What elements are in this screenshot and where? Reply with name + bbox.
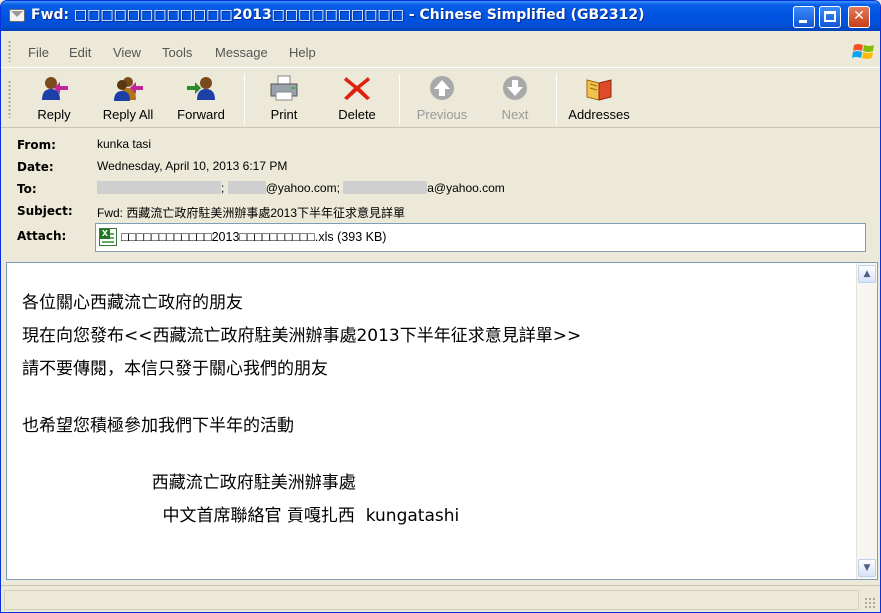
delete-button[interactable]: Delete <box>333 74 381 126</box>
minimize-button[interactable] <box>793 6 815 28</box>
status-field <box>4 590 859 610</box>
toolbar: Reply Reply All Forward Print Delete Pre… <box>1 68 880 128</box>
to-address-2: @yahoo.com; <box>265 181 340 195</box>
attachment-field[interactable]: □□□□□□□□□□□□2013□□□□□□□□□□.xls (393 KB) <box>95 223 866 252</box>
to-address-3: a@yahoo.com <box>427 181 505 195</box>
reply-label: Reply <box>37 107 71 122</box>
open-envelope-icon <box>9 9 25 22</box>
next-label: Next <box>501 107 529 122</box>
body-line: 中文首席聯絡官 貢嘎扎西 kungatashi <box>22 506 460 526</box>
subject-label: Subject: <box>17 204 73 218</box>
delete-label: Delete <box>338 107 376 122</box>
chevron-up-icon: ▲ <box>863 269 871 279</box>
to-separator: ; <box>221 181 225 195</box>
arrow-up-icon <box>430 76 454 100</box>
reply-icon <box>42 77 68 100</box>
forward-icon <box>187 77 215 100</box>
subject-value: Fwd: 西藏流亡政府駐美洲辦事處2013下半年征求意見詳單 <box>97 206 406 220</box>
body-line: 現在向您發布<<西藏流亡政府駐美洲辦事處2013下半年征求意見詳單>> <box>22 326 582 346</box>
toolbar-separator <box>556 74 557 124</box>
reply-button[interactable]: Reply <box>31 74 77 126</box>
toolbar-separator <box>399 74 400 124</box>
next-button[interactable]: Next <box>493 74 537 126</box>
maximize-icon <box>824 11 836 22</box>
toolbar-grip[interactable] <box>8 80 11 118</box>
body-line <box>22 443 581 467</box>
maximize-button[interactable] <box>819 6 841 28</box>
from-label: From: <box>17 138 56 152</box>
message-headers: From: kunka tasi Date: Wednesday, April … <box>1 129 880 257</box>
body-line: 各位關心西藏流亡政府的朋友 <box>22 293 243 313</box>
message-body[interactable]: 各位關心西藏流亡政府的朋友現在向您發布<<西藏流亡政府駐美洲辦事處2013下半年… <box>6 262 878 580</box>
body-line: 請不要傳閱，本信只發于關心我們的朋友 <box>22 359 328 379</box>
windows-logo-icon <box>852 44 874 59</box>
printer-icon <box>270 75 298 101</box>
menu-file[interactable]: File <box>28 45 49 60</box>
email-window: Fwd: □□□□□□□□□□□□2013□□□□□□□□□□ - Chines… <box>0 0 881 613</box>
vertical-scrollbar[interactable]: ▲ ▼ <box>856 263 877 579</box>
menu-grip[interactable] <box>8 40 11 62</box>
reply-all-button[interactable]: Reply All <box>97 74 159 126</box>
forward-label: Forward <box>177 107 225 122</box>
scroll-up-button[interactable]: ▲ <box>858 265 876 283</box>
menu-view[interactable]: View <box>113 45 141 60</box>
arrow-down-icon <box>503 76 527 100</box>
to-value[interactable]: ; @yahoo.com; a@yahoo.com <box>97 181 505 195</box>
resize-grip-icon[interactable] <box>864 597 876 609</box>
scroll-down-button[interactable]: ▼ <box>858 559 876 577</box>
reply-all-label: Reply All <box>102 107 154 122</box>
date-value: Wednesday, April 10, 2013 6:17 PM <box>97 159 288 173</box>
redacted-recipient <box>343 181 428 194</box>
menu-tools[interactable]: Tools <box>162 45 192 60</box>
message-text: 各位關心西藏流亡政府的朋友現在向您發布<<西藏流亡政府駐美洲辦事處2013下半年… <box>22 287 581 533</box>
body-line: 也希望您積極參加我們下半年的活動 <box>22 416 294 436</box>
previous-button[interactable]: Previous <box>412 74 472 126</box>
print-button[interactable]: Print <box>263 74 305 126</box>
addresses-label: Addresses <box>568 107 630 122</box>
title-bar[interactable]: Fwd: □□□□□□□□□□□□2013□□□□□□□□□□ - Chines… <box>1 1 880 31</box>
delete-x-icon <box>344 77 370 100</box>
print-label: Print <box>270 107 298 122</box>
excel-file-icon <box>99 228 117 246</box>
address-book-icon <box>586 79 612 101</box>
minimize-icon <box>799 20 807 23</box>
status-bar <box>1 585 880 612</box>
from-value[interactable]: kunka tasi <box>97 137 151 151</box>
window-title: Fwd: □□□□□□□□□□□□2013□□□□□□□□□□ - Chines… <box>31 7 645 23</box>
attach-label: Attach: <box>17 229 67 243</box>
menu-edit[interactable]: Edit <box>69 45 91 60</box>
menu-message[interactable]: Message <box>215 45 268 60</box>
redacted-recipient <box>97 181 221 194</box>
menu-bar: File Edit View Tools Message Help <box>1 31 880 68</box>
chevron-down-icon: ▼ <box>863 563 871 573</box>
date-label: Date: <box>17 160 54 174</box>
body-line: 西藏流亡政府駐美洲辦事處 <box>22 473 356 493</box>
attachment-name[interactable]: □□□□□□□□□□□□2013□□□□□□□□□□.xls (393 KB) <box>121 230 386 244</box>
close-button[interactable]: ✕ <box>848 6 870 28</box>
to-label: To: <box>17 182 37 196</box>
forward-button[interactable]: Forward <box>173 74 229 126</box>
redacted-recipient <box>227 181 266 194</box>
toolbar-separator <box>244 74 245 124</box>
body-line <box>22 386 581 410</box>
previous-label: Previous <box>416 107 468 122</box>
close-icon: ✕ <box>853 8 865 24</box>
reply-all-icon <box>114 77 143 101</box>
addresses-button[interactable]: Addresses <box>565 74 633 126</box>
menu-help[interactable]: Help <box>289 45 316 60</box>
